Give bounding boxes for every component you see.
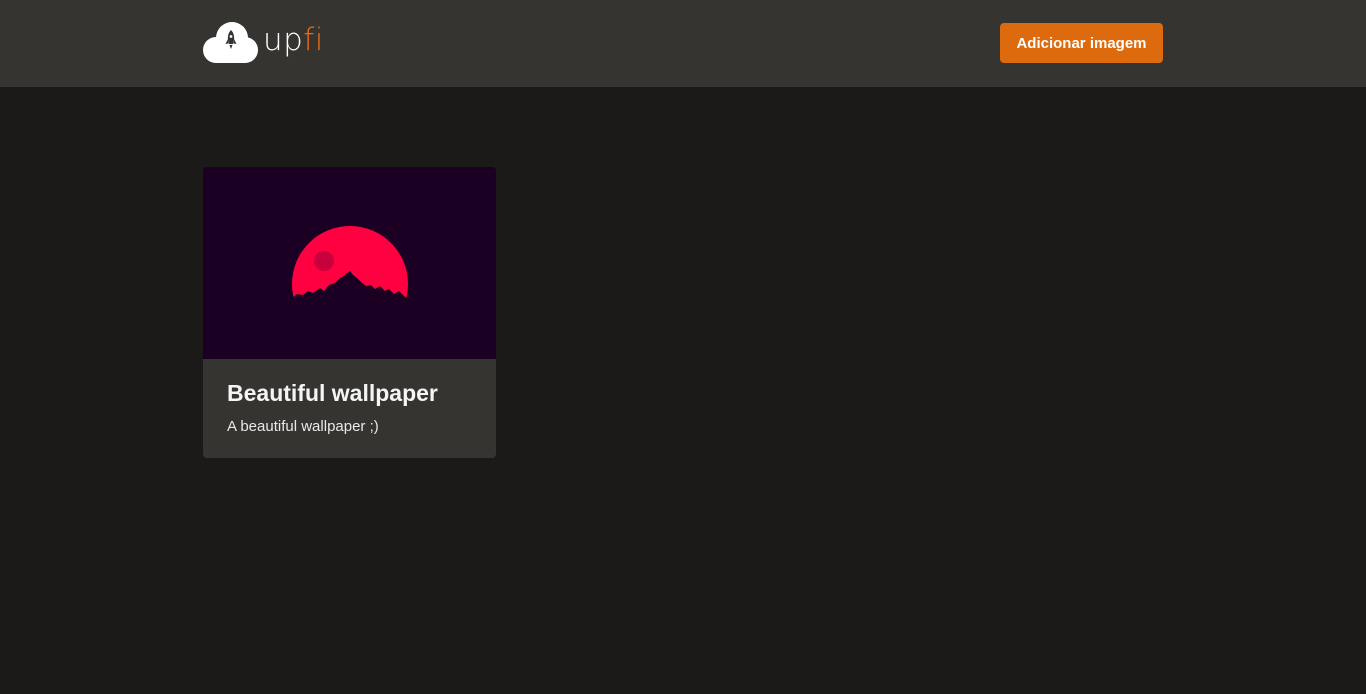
header: upfi Adicionar imagem (0, 0, 1366, 87)
card-image[interactable] (203, 167, 496, 359)
cloud-rocket-icon (203, 22, 258, 63)
add-image-button[interactable]: Adicionar imagem (1000, 23, 1163, 63)
card-body: Beautiful wallpaper A beautiful wallpape… (203, 359, 496, 437)
logo[interactable]: upfi (203, 21, 324, 64)
logo-text: upfi (263, 22, 324, 58)
card-title: Beautiful wallpaper (227, 380, 438, 406)
image-card[interactable]: Beautiful wallpaper A beautiful wallpape… (203, 167, 496, 458)
card-description: A beautiful wallpaper ;) (227, 418, 379, 435)
